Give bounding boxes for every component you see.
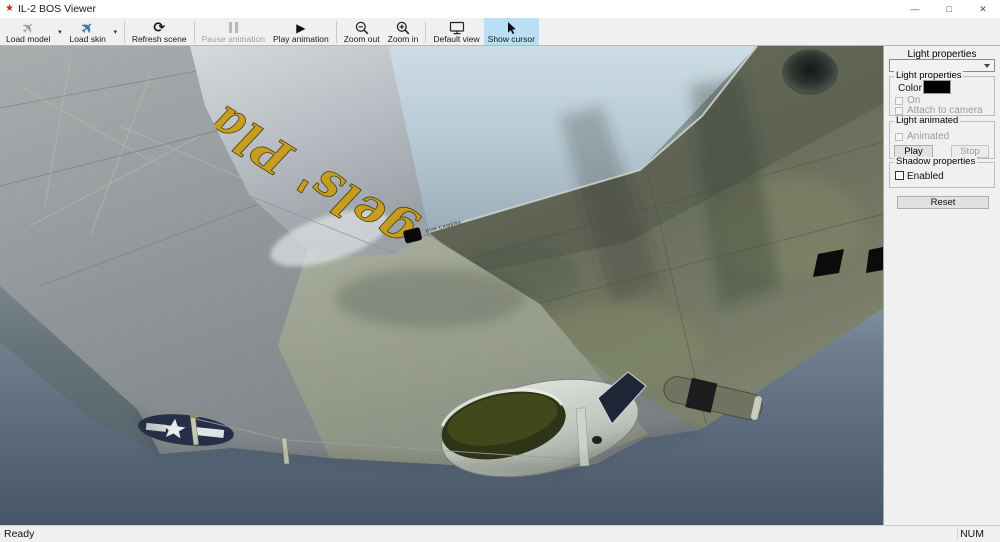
viewport-scene: gels' Pla GUN CAMERA xyxy=(0,46,883,525)
load-model-button[interactable]: ✈ Load model xyxy=(2,18,54,45)
refresh-scene-button[interactable]: ⟳ Refresh scene xyxy=(128,18,191,45)
toolbar-separator xyxy=(425,21,426,43)
zoom-out-label: Zoom out xyxy=(344,35,380,44)
statusbar: Ready NUM xyxy=(0,525,1000,542)
zoom-out-button[interactable]: Zoom out xyxy=(340,18,384,45)
main-area: gels' Pla GUN CAMERA xyxy=(0,46,1000,525)
window-title: IL-2 BOS Viewer xyxy=(18,3,96,15)
pause-animation-label: Pause animation xyxy=(202,35,265,44)
play-icon: ▶ xyxy=(296,21,305,35)
toolbar: ✈ Load model ▾ ✈ Load skin ▾ ⟳ Refresh s… xyxy=(0,18,1000,46)
maximize-icon[interactable]: □ xyxy=(932,0,966,18)
minimize-icon[interactable]: — xyxy=(898,0,932,18)
light-properties-group: Light properties Color On Attach to came… xyxy=(889,76,995,116)
shadow-enabled-checkbox[interactable] xyxy=(895,171,904,180)
turret-blister xyxy=(783,50,837,94)
play-animation-label: Play animation xyxy=(273,35,329,44)
cursor-icon xyxy=(505,21,517,35)
default-view-button[interactable]: Default view xyxy=(429,18,483,45)
attach-to-camera-checkbox xyxy=(895,107,903,115)
shadow-properties-group: Shadow properties Enabled xyxy=(889,162,995,188)
shadow-enabled-label: Enabled xyxy=(907,171,944,182)
play-animation-button[interactable]: ▶ Play animation xyxy=(269,18,333,45)
light-color-swatch[interactable] xyxy=(923,80,951,94)
default-view-label: Default view xyxy=(433,35,479,44)
toolbar-separator xyxy=(124,21,125,43)
show-cursor-label: Show cursor xyxy=(488,35,535,44)
load-skin-button[interactable]: ✈ Load skin xyxy=(65,18,109,45)
reset-button[interactable]: Reset xyxy=(897,196,989,209)
color-label: Color xyxy=(898,83,922,94)
refresh-icon: ⟳ xyxy=(153,21,165,35)
window-controls: — □ ✕ xyxy=(898,0,1000,18)
zoom-in-label: Zoom in xyxy=(388,35,419,44)
zoom-out-icon xyxy=(355,21,369,35)
zoom-in-icon xyxy=(396,21,410,35)
chevron-down-icon xyxy=(984,64,990,68)
pause-animation-button: Pause animation xyxy=(198,18,269,45)
titlebar: ★ IL-2 BOS Viewer — □ ✕ xyxy=(0,0,1000,18)
load-skin-dropdown-icon[interactable]: ▾ xyxy=(110,18,121,45)
refresh-scene-label: Refresh scene xyxy=(132,35,187,44)
fuselage-port xyxy=(592,436,602,444)
toolbar-separator xyxy=(336,21,337,43)
wing-root-shadow xyxy=(335,268,525,328)
animated-label: Animated xyxy=(907,131,949,142)
num-lock-indicator: NUM xyxy=(960,528,984,540)
light-animated-group: Light animated Animated Play Stop xyxy=(889,121,995,159)
animated-checkbox xyxy=(895,133,903,141)
model-viewport[interactable]: gels' Pla GUN CAMERA xyxy=(0,46,883,525)
light-properties-panel: Light properties Light properties Color … xyxy=(883,46,1000,525)
statusbar-divider xyxy=(957,528,958,540)
monitor-icon xyxy=(449,21,465,35)
status-text: Ready xyxy=(4,528,34,540)
light-on-checkbox xyxy=(895,97,903,105)
toolbar-separator xyxy=(194,21,195,43)
animated-group-title: Light animated xyxy=(894,116,960,126)
show-cursor-button[interactable]: Show cursor xyxy=(484,18,539,45)
zoom-in-button[interactable]: Zoom in xyxy=(384,18,423,45)
shadow-group-title: Shadow properties xyxy=(894,157,977,167)
close-icon[interactable]: ✕ xyxy=(966,0,1000,18)
pause-icon xyxy=(227,21,239,35)
load-model-dropdown-icon[interactable]: ▾ xyxy=(54,18,65,45)
app-icon: ★ xyxy=(5,4,14,14)
